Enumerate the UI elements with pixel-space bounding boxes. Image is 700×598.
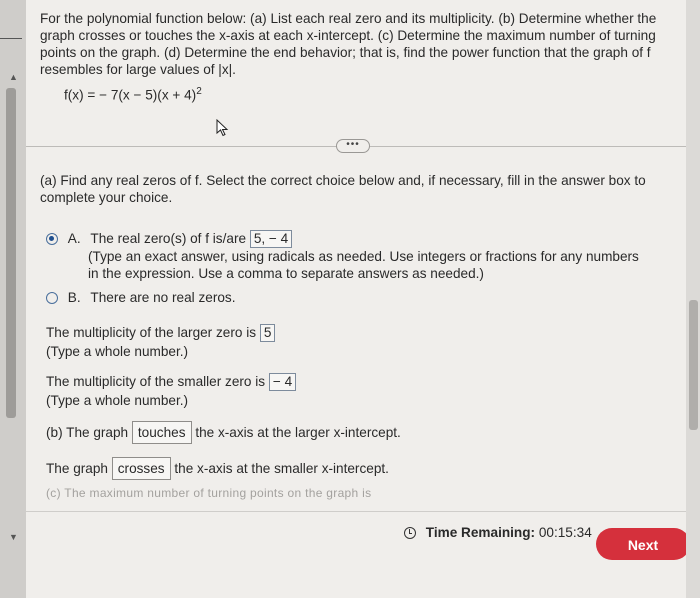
mouse-pointer-icon [216,119,229,137]
time-label: Time Remaining: [425,525,536,540]
up-arrow-icon[interactable]: ▲ [9,72,18,82]
option-b-text: There are no real zeros. [90,290,236,305]
zeros-answer-box[interactable]: 5, − 4 [249,230,293,248]
mult-smaller-hint: (Type a whole number.) [46,393,189,408]
option-b[interactable]: B. There are no real zeros. [46,290,235,305]
part-c-faded-text: (c) The maximum number of turning points… [46,486,372,500]
option-a[interactable]: A. The real zero(s) of f is/are 5, − 4 (… [46,230,666,282]
mult-larger-row: The multiplicity of the larger zero is 5 [46,324,276,342]
part-b-smaller-row: The graph crosses the x-axis at the smal… [46,457,389,480]
option-a-text: The real zero(s) of f is/are [90,231,247,246]
clock-icon [404,527,416,539]
option-a-letter: A. [67,231,81,246]
part-b-prefix2: The graph [46,461,108,476]
part-a-prompt: (a) Find any real zeros of f. Select the… [40,173,646,205]
equation: f(x) = − 7(x − 5)(x + 4)2 [64,86,202,103]
divider [0,38,22,39]
left-strip: ▲ ▼ [0,0,26,598]
down-arrow-icon[interactable]: ▼ [9,532,18,542]
part-b-prefix: (b) The graph [46,425,129,440]
mult-larger-label: The multiplicity of the larger zero is [46,325,257,340]
radio-a-selected[interactable] [46,233,58,245]
mult-smaller-row: The multiplicity of the smaller zero is … [46,373,297,391]
smaller-intercept-dropdown[interactable]: crosses [111,457,171,480]
left-scrollbar[interactable] [6,88,16,418]
time-value: 00:15:34 [538,525,592,540]
larger-intercept-dropdown[interactable]: touches [131,421,192,444]
time-remaining: Time Remaining: 00:15:34 [404,525,592,540]
option-a-hint: (Type an exact answer, using radicals as… [88,249,639,281]
mult-larger-hint: (Type a whole number.) [46,344,189,359]
mult-larger-input[interactable]: 5 [259,324,276,342]
equation-exponent: 2 [196,86,202,97]
mult-smaller-input[interactable]: − 4 [268,373,297,391]
question-text: For the polynomial function below: (a) L… [40,11,657,77]
right-scrollbar[interactable] [689,300,698,430]
part-b-larger-suffix: the x-axis at the larger x-intercept. [195,425,401,440]
part-b-larger-row: (b) The graph touches the x-axis at the … [46,421,401,444]
footer-divider [26,511,700,512]
right-strip [686,0,700,598]
expand-more-button[interactable]: ••• [336,139,370,153]
mult-smaller-label: The multiplicity of the smaller zero is [46,374,266,389]
question-panel: For the polynomial function below: (a) L… [26,0,700,598]
radio-b[interactable] [46,292,58,304]
equation-main: f(x) = − 7(x − 5)(x + 4) [64,87,197,103]
option-b-letter: B. [67,290,81,305]
part-b-smaller-suffix: the x-axis at the smaller x-intercept. [174,461,389,476]
next-button[interactable]: Next [596,528,690,560]
